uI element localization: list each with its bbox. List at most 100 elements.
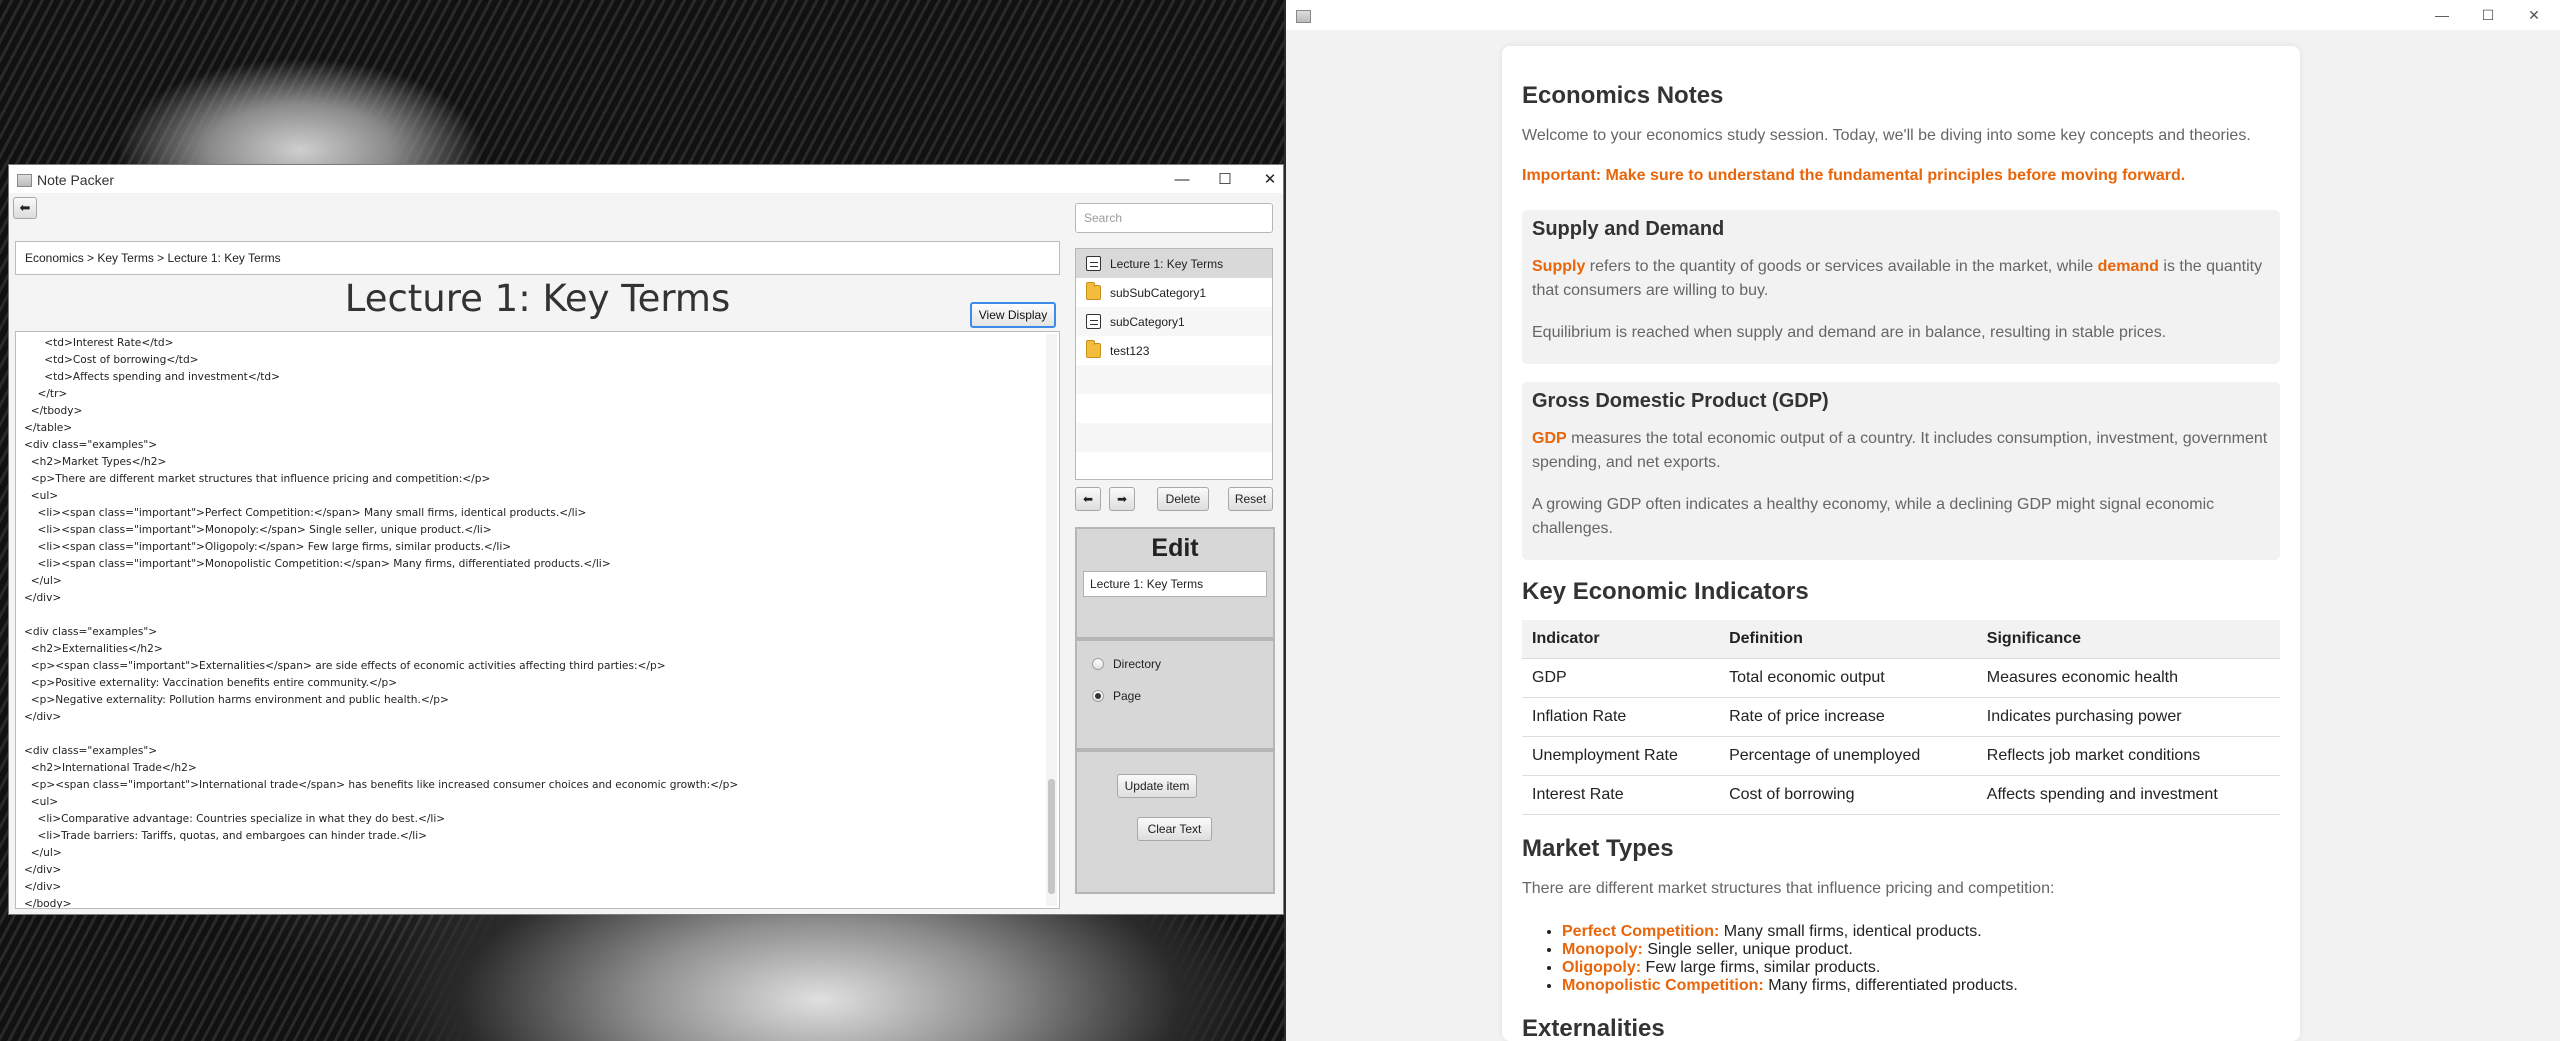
tree-empty-row — [1076, 423, 1272, 452]
list-item-text: Few large firms, similar products. — [1641, 959, 1881, 976]
table-cell: Percentage of unemployed — [1719, 736, 1977, 776]
supply-paragraph: Supply refers to the quantity of goods o… — [1532, 255, 2270, 303]
folder-icon — [1086, 282, 1101, 300]
market-types-heading: Market Types — [1522, 835, 1674, 862]
html-editor[interactable]: <td>Interest Rate</td> <td>Cost of borro… — [15, 331, 1060, 909]
arrow-left-icon: ⬅ — [19, 200, 31, 215]
breadcrumb: Economics > Key Terms > Lecture 1: Key T… — [15, 241, 1060, 275]
highlight-term: GDP — [1532, 430, 1567, 447]
tree-item[interactable]: subCategory1 — [1076, 307, 1272, 336]
highlight-term: Monopolistic Competition: — [1562, 977, 1764, 994]
tree-item-label: subCategory1 — [1110, 314, 1185, 329]
market-types-list: Perfect Competition: Many small firms, i… — [1522, 923, 2280, 995]
list-item-text: Single seller, unique product. — [1642, 941, 1853, 958]
table-row: Interest Rate Cost of borrowing Affects … — [1522, 775, 2280, 815]
tree-item[interactable]: subSubCategory1 — [1076, 278, 1272, 307]
update-item-button[interactable]: Update item — [1117, 774, 1197, 798]
list-item: Monopoly: Single seller, unique product. — [1562, 941, 2280, 959]
gdp-section: Gross Domestic Product (GDP) GDP measure… — [1522, 382, 2280, 560]
equilibrium-paragraph: Equilibrium is reached when supply and d… — [1532, 324, 2167, 341]
table-cell: Inflation Rate — [1522, 697, 1720, 737]
note-packer-window: Note Packer — ☐ ✕ ⬅ Economics > Key Term… — [8, 164, 1284, 915]
table-cell: GDP — [1522, 658, 1720, 698]
tree-item-label: subSubCategory1 — [1110, 285, 1207, 300]
paragraph-text: measures the total economic output of a … — [1532, 430, 2268, 471]
table-row: Unemployment Rate Percentage of unemploy… — [1522, 736, 2280, 776]
column-header: Indicator — [1522, 620, 1720, 659]
table-header-row: Indicator Definition Significance — [1522, 620, 2280, 659]
page-icon — [1086, 314, 1101, 329]
table-cell: Reflects job market conditions — [1976, 736, 2280, 776]
table-row: GDP Total economic output Measures econo… — [1522, 658, 2280, 698]
close-button[interactable]: ✕ — [2511, 0, 2557, 30]
html-source-text: <td>Interest Rate</td> <td>Cost of borro… — [24, 337, 739, 909]
list-item: Perfect Competition: Many small firms, i… — [1562, 923, 2280, 941]
indicators-table: Indicator Definition Significance GDP To… — [1522, 620, 2280, 815]
item-name-field[interactable]: Lecture 1: Key Terms — [1083, 571, 1267, 597]
list-item-text: Many small firms, identical products. — [1719, 923, 1982, 940]
table-cell: Rate of price increase — [1719, 697, 1977, 737]
indicators-heading: Key Economic Indicators — [1522, 578, 1809, 605]
reset-button[interactable]: Reset — [1228, 487, 1273, 511]
market-intro: There are different market structures th… — [1522, 880, 2055, 897]
table-cell: Interest Rate — [1522, 775, 1720, 815]
paragraph-text: refers to the quantity of goods or servi… — [1585, 258, 2098, 275]
highlight-term: demand — [2097, 258, 2159, 275]
app-icon — [17, 174, 32, 187]
editor-scrollbar[interactable] — [1046, 334, 1057, 906]
table-cell: Indicates purchasing power — [1976, 697, 2280, 737]
column-header: Definition — [1719, 620, 1977, 659]
rendered-document[interactable]: Economics Notes Welcome to your economic… — [1502, 46, 2300, 1041]
tree-item[interactable]: Lecture 1: Key Terms — [1076, 249, 1272, 278]
table-cell: Measures economic health — [1976, 658, 2280, 698]
important-note: Important: Make sure to understand the f… — [1522, 167, 2186, 184]
item-type-panel: Directory Page — [1075, 639, 1275, 750]
directory-radio[interactable]: Directory — [1092, 657, 1161, 671]
list-item: Monopolistic Competition: Many firms, di… — [1562, 977, 2280, 995]
highlight-term: Oligopoly: — [1562, 959, 1642, 976]
externalities-heading: Externalities — [1522, 1015, 1665, 1041]
page-title: Lecture 1: Key Terms — [344, 277, 731, 320]
table-row: Inflation Rate Rate of price increase In… — [1522, 697, 2280, 737]
tree-empty-row — [1076, 394, 1272, 423]
column-header: Significance — [1976, 620, 2280, 659]
minimize-button[interactable]: — — [1159, 165, 1205, 193]
search-input[interactable]: Search — [1075, 203, 1273, 233]
actions-panel: Update item Clear Text — [1075, 750, 1275, 894]
title-bar[interactable]: Note Packer — ☐ ✕ — [9, 165, 1283, 193]
highlight-term: Perfect Competition: — [1562, 923, 1720, 940]
clear-text-button[interactable]: Clear Text — [1137, 817, 1212, 841]
scrollbar-thumb[interactable] — [1048, 779, 1055, 894]
gdp-paragraph-2: A growing GDP often indicates a healthy … — [1532, 496, 2215, 537]
window-title: Note Packer — [37, 172, 115, 188]
arrow-left-icon: ⬅ — [1082, 492, 1094, 506]
minimize-button[interactable]: — — [2419, 0, 2465, 30]
back-button[interactable]: ⬅ — [13, 197, 37, 219]
app-icon — [1296, 10, 1311, 23]
table-cell: Unemployment Rate — [1522, 736, 1720, 776]
section-heading: Gross Domestic Product (GDP) — [1532, 390, 1829, 412]
view-display-button[interactable]: View Display — [970, 302, 1056, 328]
tree-item[interactable]: test123 — [1076, 336, 1272, 365]
edit-heading: Edit — [1151, 534, 1199, 562]
list-item: Oligopoly: Few large firms, similar prod… — [1562, 959, 2280, 977]
display-title-bar[interactable]: — ☐ ✕ — [1286, 0, 2560, 30]
tree-empty-row — [1076, 365, 1272, 394]
maximize-button[interactable]: ☐ — [2465, 0, 2511, 30]
tree-item-label: Lecture 1: Key Terms — [1110, 256, 1224, 271]
supply-demand-section: Supply and Demand Supply refers to the q… — [1522, 210, 2280, 364]
directory-label: Directory — [1113, 657, 1162, 671]
delete-button[interactable]: Delete — [1157, 487, 1209, 511]
radio-unchecked-icon — [1092, 658, 1104, 670]
maximize-button[interactable]: ☐ — [1202, 165, 1248, 193]
page-radio[interactable]: Page — [1092, 689, 1141, 703]
tree-item-label: test123 — [1110, 343, 1150, 358]
arrow-right-icon: ➡ — [1116, 492, 1128, 506]
list-item-text: Many firms, differentiated products. — [1763, 977, 2018, 994]
gdp-paragraph: GDP measures the total economic output o… — [1532, 427, 2270, 475]
move-left-button[interactable]: ⬅ — [1075, 487, 1101, 511]
highlight-term: Supply — [1532, 258, 1586, 275]
move-right-button[interactable]: ➡ — [1109, 487, 1135, 511]
notes-tree: Lecture 1: Key Terms subSubCategory1 sub… — [1075, 248, 1273, 480]
highlight-term: Monopoly: — [1562, 941, 1643, 958]
